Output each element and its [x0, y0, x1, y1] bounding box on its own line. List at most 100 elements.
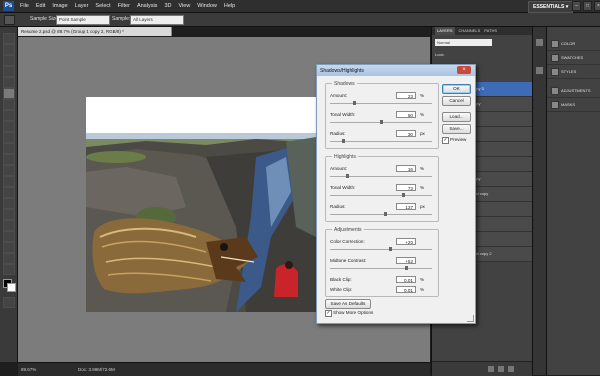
- cancel-button[interactable]: Cancel: [442, 96, 471, 106]
- crop-tool-icon[interactable]: [3, 77, 15, 88]
- 3d-rotate-tool-icon[interactable]: [3, 231, 15, 242]
- lasso-tool-icon[interactable]: [3, 55, 15, 66]
- panel-swatches[interactable]: SWATCHES: [547, 51, 600, 65]
- zoom-level[interactable]: 89.67%: [21, 367, 36, 372]
- move-tool-icon[interactable]: [3, 33, 15, 44]
- menu-select[interactable]: Select: [95, 3, 110, 9]
- gradient-tool-icon[interactable]: [3, 154, 15, 165]
- sample-size-select[interactable]: Point Sample: [56, 15, 110, 25]
- document-image: [86, 97, 316, 312]
- menu-window[interactable]: Window: [197, 3, 217, 9]
- save-button[interactable]: Save...: [442, 124, 471, 134]
- maximize-icon[interactable]: □: [583, 1, 592, 11]
- zoom-tool-icon[interactable]: [3, 264, 15, 275]
- menu-filter[interactable]: Filter: [118, 3, 130, 9]
- highlights-radius-input[interactable]: 137: [396, 203, 416, 210]
- quick-mask-icon[interactable]: [3, 297, 15, 308]
- panel-toggle-icon[interactable]: [536, 39, 543, 46]
- dialog-titlebar[interactable]: Shadows/Highlights: [317, 65, 475, 76]
- highlights-amount-handle[interactable]: [345, 174, 349, 178]
- menu-3d[interactable]: 3D: [164, 3, 171, 9]
- shadows-amount-input[interactable]: 23: [396, 92, 416, 99]
- close-icon[interactable]: ×: [457, 66, 471, 74]
- workspace-switcher[interactable]: ESSENTIALS ▾: [528, 1, 574, 13]
- shadows-tonal-input[interactable]: 50: [396, 111, 416, 118]
- shadows-radius-handle[interactable]: [341, 139, 345, 143]
- save-as-defaults-button[interactable]: Save As Defaults: [325, 299, 371, 309]
- shape-tool-icon[interactable]: [3, 220, 15, 231]
- ok-button[interactable]: OK: [442, 84, 471, 94]
- highlights-tonal-handle[interactable]: [402, 193, 406, 197]
- color-correction-slider[interactable]: [330, 249, 432, 250]
- preview-checkbox[interactable]: ✓: [442, 137, 449, 144]
- midtone-contrast-handle[interactable]: [405, 266, 409, 270]
- black-clip-input[interactable]: 0.01: [396, 276, 416, 283]
- menu-items: File Edit Image Layer Select Filter Anal…: [20, 0, 235, 12]
- midtone-contrast-slider[interactable]: [330, 268, 432, 269]
- quick-select-tool-icon[interactable]: [3, 66, 15, 77]
- panel-styles[interactable]: STYLES: [547, 65, 600, 79]
- sample-select[interactable]: All Layers: [130, 15, 184, 25]
- new-layer-icon[interactable]: [498, 366, 504, 372]
- panel-toggle-icon-2[interactable]: [536, 67, 543, 74]
- styles-icon: [551, 68, 559, 76]
- marquee-tool-icon[interactable]: [3, 44, 15, 55]
- shadows-amount-slider[interactable]: [330, 103, 432, 104]
- dodge-tool-icon[interactable]: [3, 176, 15, 187]
- menu-view[interactable]: View: [178, 3, 190, 9]
- highlights-tonal-slider[interactable]: [330, 195, 432, 196]
- collapsed-panel-strip: [532, 27, 546, 375]
- healing-brush-tool-icon[interactable]: [3, 99, 15, 110]
- minimize-icon[interactable]: –: [572, 1, 581, 11]
- sample-label: Sample:: [112, 16, 131, 22]
- adjustments-icon: [551, 87, 559, 95]
- eyedropper-preset-icon[interactable]: [4, 15, 15, 25]
- blend-mode-select[interactable]: Normal: [435, 39, 492, 46]
- hand-tool-icon[interactable]: [3, 253, 15, 264]
- tab-layers[interactable]: LAYERS: [435, 27, 455, 35]
- menu-edit[interactable]: Edit: [36, 3, 45, 9]
- tab-channels[interactable]: CHANNELS: [459, 27, 481, 35]
- panel-masks[interactable]: MASKS: [547, 98, 600, 112]
- highlights-radius-slider[interactable]: [330, 214, 432, 215]
- load-button[interactable]: Load...: [442, 112, 471, 122]
- close-icon[interactable]: ×: [594, 1, 600, 11]
- background-color-swatch[interactable]: [7, 283, 16, 292]
- menu-file[interactable]: File: [20, 3, 29, 9]
- color-correction-input[interactable]: +20: [396, 238, 416, 245]
- show-more-options-checkbox[interactable]: ✓: [325, 310, 332, 317]
- color-correction-handle[interactable]: [389, 247, 393, 251]
- menu-layer[interactable]: Layer: [75, 3, 89, 9]
- eraser-tool-icon[interactable]: [3, 143, 15, 154]
- shadows-radius-input[interactable]: 30: [396, 130, 416, 137]
- shadows-tonal-handle[interactable]: [379, 120, 383, 124]
- 3d-orbit-tool-icon[interactable]: [3, 242, 15, 253]
- tab-paths[interactable]: PATHS: [484, 27, 497, 35]
- menu-help[interactable]: Help: [224, 3, 235, 9]
- highlights-tonal-input[interactable]: 73: [396, 184, 416, 191]
- highlights-amount-input[interactable]: 16: [396, 165, 416, 172]
- panel-color[interactable]: COLOR: [547, 37, 600, 51]
- white-clip-input[interactable]: 0.01: [396, 286, 416, 293]
- brush-tool-icon[interactable]: [3, 110, 15, 121]
- midtone-contrast-input[interactable]: +52: [396, 257, 416, 264]
- path-select-tool-icon[interactable]: [3, 209, 15, 220]
- eyedropper-tool-icon[interactable]: [3, 88, 15, 99]
- clone-stamp-tool-icon[interactable]: [3, 121, 15, 132]
- shadows-amount-handle[interactable]: [352, 101, 356, 105]
- menu-image[interactable]: Image: [52, 3, 67, 9]
- highlights-radius-handle[interactable]: [384, 212, 388, 216]
- pen-tool-icon[interactable]: [3, 187, 15, 198]
- panel-adjustments[interactable]: ADJUSTMENTS: [547, 84, 600, 98]
- landscape-photo: [86, 97, 316, 312]
- layers-panel-tabs: LAYERS CHANNELS PATHS: [432, 27, 535, 35]
- shadows-radius-slider[interactable]: [330, 141, 432, 142]
- blur-tool-icon[interactable]: [3, 165, 15, 176]
- resize-grip-icon[interactable]: [467, 315, 474, 322]
- menu-analysis[interactable]: Analysis: [137, 3, 157, 9]
- document-tab[interactable]: Resume 2.psd @ 89.7% (Group 1 copy 2, RG…: [18, 27, 172, 36]
- trash-icon[interactable]: [508, 366, 514, 372]
- type-tool-icon[interactable]: [3, 198, 15, 209]
- new-group-icon[interactable]: [488, 366, 494, 372]
- history-brush-tool-icon[interactable]: [3, 132, 15, 143]
